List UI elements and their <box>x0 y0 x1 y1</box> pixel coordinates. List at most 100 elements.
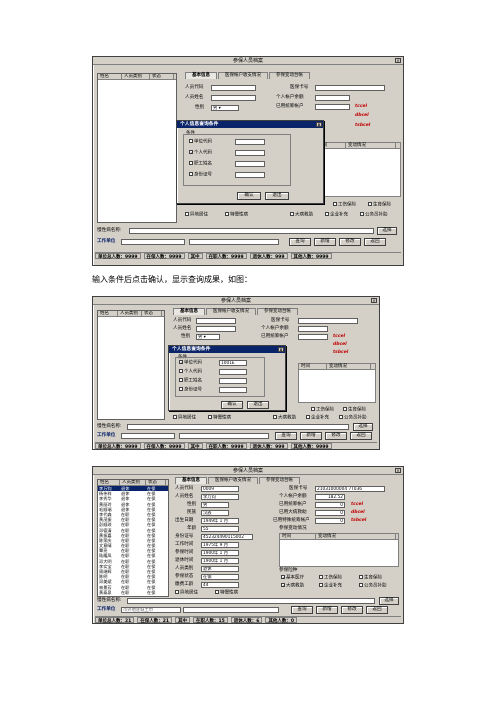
exit-button-1[interactable]: 退出 <box>265 192 289 200</box>
med-card-field-3[interactable]: 21031000004 7T036 <box>315 486 385 492</box>
ethnicity-select-3[interactable]: 汉族 <box>201 510 229 516</box>
chronic-field-1[interactable] <box>129 228 374 234</box>
status-select-3[interactable]: 在保 <box>201 574 239 580</box>
tab-changes-3[interactable]: 参保变动台帐 <box>259 477 300 484</box>
person-list-3[interactable]: 姓名 人员类别 状态 李万钧 退休 在保 杨伟祥 退休 在保 李秀华 退休 在保 黄丽玲 退休 在保 毛顺瑞… <box>97 479 169 597</box>
check-gongwuyuan-1[interactable]: 公务员补助 <box>360 212 388 219</box>
edit-button-1[interactable]: 修改 <box>339 238 361 246</box>
chronic-field-3[interactable] <box>127 598 375 604</box>
opt-id-card-1[interactable]: 身份证号 <box>189 172 212 179</box>
work-unit-name-3[interactable] <box>183 607 279 613</box>
check-gongwuyuan-2[interactable]: 公务员补助 <box>339 415 367 422</box>
check-qiye-2[interactable]: 企业补充 <box>306 415 329 422</box>
tab-basic-info[interactable]: 基本信息 <box>185 72 217 79</box>
id-card-field-1[interactable] <box>235 172 265 178</box>
close-icon[interactable]: x <box>316 122 322 127</box>
id-card-field-3[interactable]: 452324490115002 <box>201 534 253 540</box>
person-code-field[interactable] <box>211 85 256 91</box>
close-icon[interactable]: × <box>371 298 377 303</box>
person-name-field-2[interactable] <box>196 326 236 332</box>
person-code-dlg-field-2[interactable] <box>219 369 247 375</box>
opt-unit-code-1[interactable]: 单位代码 <box>189 139 212 146</box>
close-icon[interactable]: × <box>395 468 401 473</box>
opt-unit-code-2[interactable]: ✓单位代码 <box>179 360 202 367</box>
edit-button-2[interactable]: 修改 <box>325 432 347 440</box>
check-yidi-3[interactable]: 异地居住 <box>175 590 198 597</box>
tab-changes-2[interactable]: 参保变动台帐 <box>257 308 298 315</box>
check-shengyu-2[interactable]: 生育保险 <box>343 407 366 414</box>
tab-basic-info-3[interactable]: 基本信息 <box>175 477 207 484</box>
query-button-1[interactable]: 查询 <box>289 238 311 246</box>
close-icon[interactable]: x <box>278 347 284 352</box>
check-temanxing-3[interactable]: 特慢性病 <box>215 590 238 597</box>
check-yidi-2[interactable]: 异地居住 <box>173 415 196 422</box>
med-card-field-2[interactable] <box>298 318 358 324</box>
ok-button-1[interactable]: 确认 <box>237 192 261 200</box>
back-button-2[interactable]: 返回 <box>350 432 372 440</box>
gender-select-2[interactable]: 男 ▾ <box>196 334 220 340</box>
opt-id-card-2[interactable]: 身份证号 <box>179 387 202 394</box>
work-unit-field-3[interactable]: 市外地驻城土巾 <box>121 607 181 613</box>
check-gongshang-2[interactable]: 工伤保险 <box>311 407 334 414</box>
person-name-field[interactable] <box>211 95 256 101</box>
seniority-field-3[interactable]: 44 <box>201 582 239 588</box>
check-yidi-1[interactable]: 异地居住 <box>185 212 208 219</box>
add-button-2[interactable]: 新增 <box>300 432 322 440</box>
work-date-field-3[interactable]: 1975年 9 月 <box>201 542 239 548</box>
back-button-3[interactable]: 返回 <box>366 606 388 614</box>
work-unit-name-1[interactable] <box>189 239 279 245</box>
person-list-1[interactable]: 姓名 人员类别 状态 <box>97 73 177 223</box>
gender-select[interactable]: 男 ▾ <box>211 105 239 111</box>
add-button-1[interactable]: 新增 <box>314 238 336 246</box>
opt-person-code-1[interactable]: ✓个人代码 <box>189 150 212 157</box>
select-button-2[interactable]: 选择 <box>353 423 373 431</box>
id-card-field-2[interactable] <box>219 387 247 393</box>
check-shengyu-3[interactable]: 生育保险 <box>359 575 382 582</box>
birth-field-3[interactable]: 1949年 1 月 <box>201 518 239 524</box>
opt-person-code-2[interactable]: 个人代码 <box>179 369 202 376</box>
person-code-dlg-field-1[interactable] <box>235 150 265 156</box>
check-dabing-2[interactable]: 大病救助 <box>273 415 296 422</box>
check-gongshang-1[interactable]: 工伤保险 <box>333 202 356 209</box>
check-shengyu-1[interactable]: 生育保险 <box>368 202 391 209</box>
check-temanxing-1[interactable]: 特慢性病 <box>225 212 248 219</box>
select-button-1[interactable]: 选择 <box>377 227 397 235</box>
unit-code-field-1[interactable] <box>235 139 265 145</box>
person-name-field-3[interactable]: 李万钧 <box>201 494 239 500</box>
unit-code-field-2[interactable]: 1001E <box>219 360 247 366</box>
check-gongwuyuan-3[interactable]: 公务员补助 <box>359 583 387 590</box>
list-item[interactable]: 黄泰泉 在职 在保 <box>98 590 168 595</box>
person-list-2[interactable]: 姓名 人员类别 状态 <box>97 310 165 420</box>
chronic-field-2[interactable] <box>127 424 349 430</box>
work-unit-field-2[interactable] <box>121 433 175 439</box>
check-qiye-3[interactable]: 企业补充 <box>319 583 342 590</box>
check-temanxing-2[interactable]: 特慢性病 <box>208 415 231 422</box>
tab-account[interactable]: 医保帐户收支情况 <box>218 72 268 79</box>
staff-name-field-2[interactable] <box>219 378 247 384</box>
tab-basic-info-2[interactable]: 基本信息 <box>173 308 205 315</box>
add-button-3[interactable]: 新增 <box>316 606 338 614</box>
retire-date-field-3[interactable]: 1900年 1 月 <box>201 558 239 564</box>
person-code-field-3[interactable]: 0009 <box>201 486 239 492</box>
person-code-field-2[interactable] <box>196 318 236 324</box>
category-select-3[interactable]: 退休 <box>201 566 239 572</box>
query-button-2[interactable]: 查询 <box>275 432 297 440</box>
exit-button-2[interactable]: 退出 <box>247 401 269 409</box>
work-unit-name-2[interactable] <box>179 433 269 439</box>
check-dabing-3[interactable]: ✓大病救助 <box>281 583 304 590</box>
work-unit-field-1[interactable] <box>121 239 185 245</box>
edit-button-3[interactable]: 修改 <box>341 606 363 614</box>
select-button-3[interactable]: 选择 <box>379 597 399 605</box>
med-card-field[interactable] <box>315 85 385 91</box>
staff-name-field-1[interactable] <box>235 161 265 167</box>
check-jiben-3[interactable]: ✓基本医疗 <box>281 575 304 582</box>
close-icon[interactable]: × <box>395 58 401 63</box>
tab-account-2[interactable]: 医保帐户收支情况 <box>206 308 256 315</box>
back-button-1[interactable]: 返回 <box>364 238 386 246</box>
check-gongshang-3[interactable]: 工伤保险 <box>319 575 342 582</box>
check-dabing-1[interactable]: 大病救助 <box>290 212 313 219</box>
gender-select-3[interactable]: 男 <box>201 502 229 508</box>
check-qiye-1[interactable]: 企业补充 <box>325 212 348 219</box>
insured-date-field-3[interactable]: 1900年 1 月 <box>201 550 239 556</box>
ok-button-2[interactable]: 确认 <box>221 401 243 409</box>
